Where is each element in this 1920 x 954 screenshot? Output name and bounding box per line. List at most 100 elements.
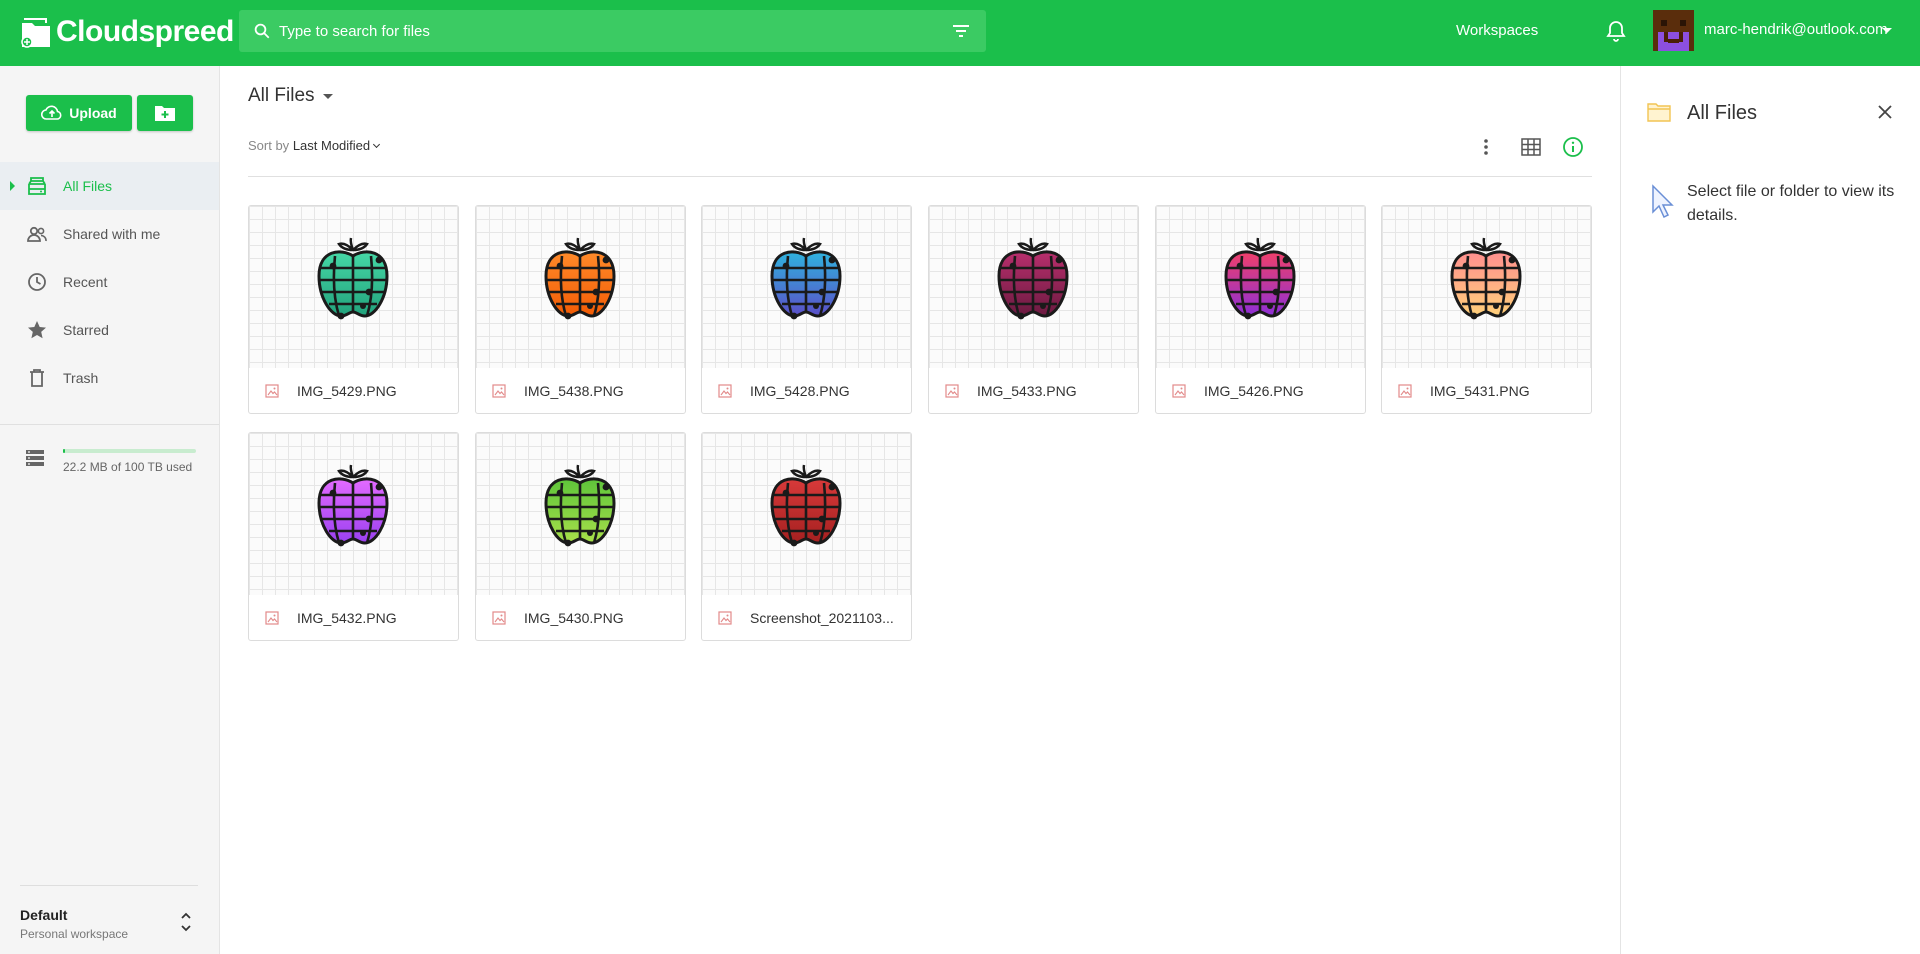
file-thumbnail (1382, 206, 1591, 368)
storage-progress-fill (63, 449, 65, 453)
file-name: IMG_5430.PNG (524, 610, 624, 626)
sidebar-divider (0, 424, 219, 425)
sort-value: Last Modified (292, 138, 371, 153)
image-file-icon (492, 384, 506, 398)
star-icon (26, 319, 48, 341)
sidebar-item-label: Trash (63, 370, 99, 386)
details-panel: All Files Select file or folder to view … (1620, 66, 1920, 954)
cloud-upload-icon (41, 105, 62, 120)
file-name: IMG_5431.PNG (1430, 383, 1530, 399)
info-icon[interactable] (1562, 136, 1584, 158)
file-name-row: IMG_5432.PNG (249, 595, 458, 640)
search-icon (254, 23, 270, 39)
sidebar-item-label: All Files (63, 178, 113, 194)
file-name-row: IMG_5438.PNG (476, 368, 685, 413)
file-name: IMG_5428.PNG (750, 383, 850, 399)
file-card[interactable]: IMG_5428.PNG (701, 205, 912, 414)
file-name: IMG_5426.PNG (1204, 383, 1304, 399)
file-card[interactable]: Screenshot_2021103... (701, 432, 912, 641)
file-card[interactable]: IMG_5430.PNG (475, 432, 686, 641)
apple-image-icon (544, 464, 616, 547)
sidebar-item-recent[interactable]: Recent (0, 258, 219, 306)
file-name: IMG_5438.PNG (524, 383, 624, 399)
workspace-switch-chevrons-icon[interactable] (180, 910, 192, 934)
sidebar-item-trash[interactable]: Trash (0, 354, 219, 402)
file-card[interactable]: IMG_5426.PNG (1155, 205, 1366, 414)
file-card[interactable]: IMG_5433.PNG (928, 205, 1139, 414)
workspace-name[interactable]: Default (20, 907, 67, 923)
account-dropdown-caret-icon[interactable] (1882, 28, 1892, 33)
file-thumbnail (249, 433, 458, 595)
sort-prefix: Sort by (248, 138, 290, 153)
new-folder-button[interactable] (137, 95, 193, 131)
sidebar-item-label: Shared with me (63, 226, 161, 242)
filter-icon[interactable] (952, 23, 970, 39)
add-folder-icon (155, 106, 175, 121)
apple-image-icon (317, 464, 389, 547)
sidebar-nav: All Files Shared with me Recent Starred … (0, 162, 219, 402)
sidebar-item-label: Starred (63, 322, 109, 338)
active-indicator-icon (10, 181, 15, 191)
upload-label: Upload (69, 105, 117, 121)
folder-icon (1647, 103, 1671, 122)
sidebar-item-label: Recent (63, 274, 108, 290)
file-thumbnail (702, 433, 911, 595)
grid-view-icon[interactable] (1521, 138, 1541, 156)
file-thumbnail (249, 206, 458, 368)
storage-icon (26, 450, 44, 466)
file-name: IMG_5429.PNG (297, 383, 397, 399)
app-logo[interactable]: Cloudspreed (20, 12, 234, 52)
file-card[interactable]: IMG_5432.PNG (248, 432, 459, 641)
sidebar-item-shared-with-me[interactable]: Shared with me (0, 210, 219, 258)
apple-image-icon (544, 237, 616, 320)
people-icon (26, 223, 48, 245)
bell-icon[interactable] (1606, 20, 1626, 42)
workspace-divider (20, 885, 198, 886)
sort-control[interactable]: Sort by Last Modified (248, 138, 381, 153)
file-name-row: IMG_5428.PNG (702, 368, 911, 413)
workspace-subtitle: Personal workspace (20, 927, 129, 941)
apple-image-icon (317, 237, 389, 320)
file-thumbnail (702, 206, 911, 368)
image-file-icon (718, 611, 732, 625)
image-file-icon (265, 384, 279, 398)
file-card[interactable]: IMG_5429.PNG (248, 205, 459, 414)
panel-hint-text: Select file or folder to view its detail… (1687, 183, 1895, 224)
file-name-row: IMG_5430.PNG (476, 595, 685, 640)
close-icon[interactable] (1877, 104, 1893, 120)
breadcrumb-current: All Files (248, 85, 315, 106)
more-options-icon[interactable] (1476, 137, 1496, 157)
file-name: IMG_5433.PNG (977, 383, 1077, 399)
file-thumbnail (929, 206, 1138, 368)
apple-image-icon (997, 237, 1069, 320)
search-bar[interactable] (239, 10, 986, 52)
apple-image-icon (770, 237, 842, 320)
sidebar-item-starred[interactable]: Starred (0, 306, 219, 354)
user-email[interactable]: marc-hendrik@outlook.com (1704, 21, 1888, 38)
image-file-icon (492, 611, 506, 625)
apple-image-icon (770, 464, 842, 547)
apple-image-icon (1450, 237, 1522, 320)
sort-caret-icon (373, 140, 381, 149)
toolbar-divider (248, 176, 1592, 177)
apple-image-icon (1224, 237, 1296, 320)
file-name-row: IMG_5431.PNG (1382, 368, 1591, 413)
image-file-icon (945, 384, 959, 398)
avatar[interactable] (1653, 10, 1694, 51)
workspaces-link[interactable]: Workspaces (1456, 22, 1538, 39)
file-card[interactable]: IMG_5431.PNG (1381, 205, 1592, 414)
breadcrumb-dropdown-icon (322, 93, 333, 99)
sidebar-item-all-files[interactable]: All Files (0, 162, 219, 210)
breadcrumb[interactable]: All Files (248, 85, 333, 107)
top-bar: Cloudspreed Workspaces marc-hendrik@outl… (0, 0, 1920, 66)
file-name: IMG_5432.PNG (297, 610, 397, 626)
clock-icon (26, 271, 48, 293)
storage-progress-bar (63, 449, 196, 453)
main-content: All Files Sort by Last Modified IMG_5429… (220, 66, 1620, 954)
trash-icon (26, 367, 48, 389)
image-file-icon (265, 611, 279, 625)
file-card[interactable]: IMG_5438.PNG (475, 205, 686, 414)
image-file-icon (1172, 384, 1186, 398)
search-input[interactable] (279, 22, 939, 40)
upload-button[interactable]: Upload (26, 95, 132, 131)
